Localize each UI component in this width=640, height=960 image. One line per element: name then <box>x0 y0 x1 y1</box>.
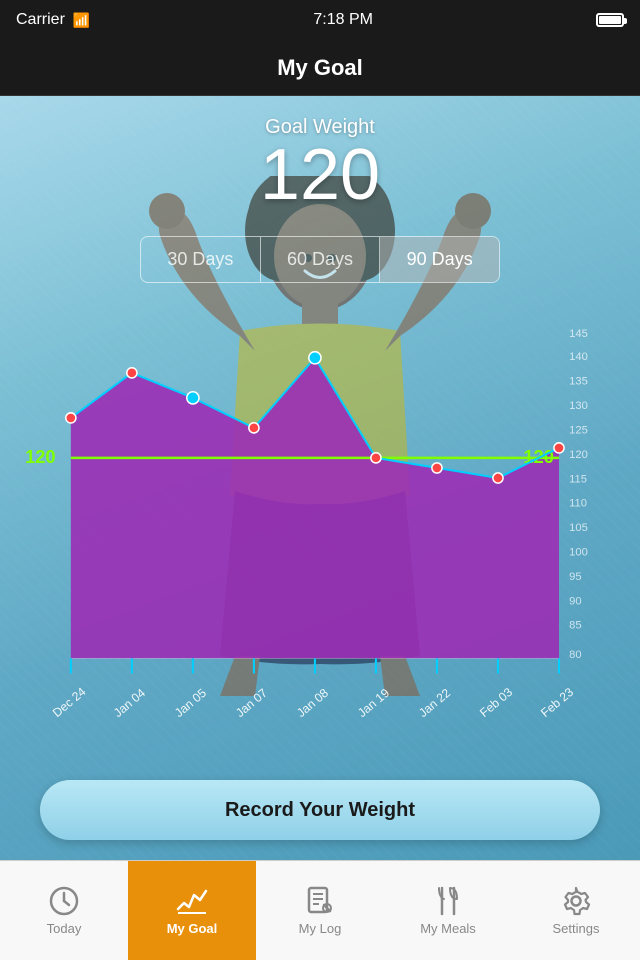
tab-my-goal[interactable]: My Goal <box>128 861 256 960</box>
data-point-5 <box>371 453 381 463</box>
x-label-feb23: Feb 23 <box>538 685 576 720</box>
main-content: Goal Weight 120 30 Days 60 Days 90 Days <box>0 96 640 860</box>
goal-value: 120 <box>0 139 640 211</box>
tab-my-meals[interactable]: My Meals <box>384 861 512 960</box>
y-label-145: 145 <box>569 328 588 340</box>
y-label-115: 115 <box>569 473 587 485</box>
time-label: 7:18 PM <box>313 11 373 29</box>
tab-my-log[interactable]: My Log <box>256 861 384 960</box>
x-label-jan07: Jan 07 <box>233 686 270 720</box>
settings-icon <box>560 885 592 917</box>
data-point-7 <box>493 473 503 483</box>
day-filters: 30 Days 60 Days 90 Days <box>140 236 500 283</box>
battery-icon <box>596 13 624 27</box>
status-bar: Carrier 📶 7:18 PM <box>0 0 640 40</box>
filter-30-days[interactable]: 30 Days <box>141 237 261 282</box>
y-label-95: 95 <box>569 571 581 583</box>
tab-my-log-label: My Log <box>299 921 342 936</box>
wifi-icon: 📶 <box>73 12 90 29</box>
record-weight-button[interactable]: Record Your Weight <box>40 780 600 840</box>
y-label-85: 85 <box>569 620 581 632</box>
data-point-0 <box>66 413 76 423</box>
x-label-jan22: Jan 22 <box>416 686 453 720</box>
filter-90-days[interactable]: 90 Days <box>380 237 499 282</box>
x-label-feb03: Feb 03 <box>477 685 515 720</box>
nav-bar: My Goal <box>0 40 640 96</box>
tab-my-meals-label: My Meals <box>420 921 476 936</box>
carrier-label: Carrier <box>16 11 65 29</box>
my-goal-icon <box>176 885 208 917</box>
y-label-105: 105 <box>569 522 588 534</box>
data-point-3 <box>249 423 259 433</box>
tab-today[interactable]: Today <box>0 861 128 960</box>
y-label-90: 90 <box>569 595 581 607</box>
goal-label-left: 120 <box>25 446 56 467</box>
page-title: My Goal <box>277 55 363 81</box>
y-label-120: 120 <box>569 449 588 461</box>
today-icon <box>48 885 80 917</box>
data-point-8 <box>554 443 564 453</box>
data-point-1 <box>127 368 137 378</box>
my-meals-icon <box>432 885 464 917</box>
my-log-icon <box>304 885 336 917</box>
data-point-2 <box>187 392 199 404</box>
tab-my-goal-label: My Goal <box>167 921 218 936</box>
data-point-4 <box>309 352 321 364</box>
tab-settings-label: Settings <box>553 921 600 936</box>
chart-container: 145 140 135 130 125 120 115 110 105 100 … <box>20 316 620 736</box>
x-label-jan05: Jan 05 <box>172 686 209 720</box>
y-label-80: 80 <box>569 649 581 661</box>
y-label-100: 100 <box>569 546 588 558</box>
y-label-135: 135 <box>569 376 588 388</box>
tab-settings[interactable]: Settings <box>512 861 640 960</box>
y-label-130: 130 <box>569 400 588 412</box>
tab-today-label: Today <box>47 921 82 936</box>
x-label-jan08: Jan 08 <box>294 686 331 720</box>
y-label-110: 110 <box>569 498 587 510</box>
goal-section: Goal Weight 120 <box>0 116 640 211</box>
y-label-140: 140 <box>569 351 588 363</box>
y-label-125: 125 <box>569 424 588 436</box>
filter-60-days[interactable]: 60 Days <box>261 237 381 282</box>
x-label-jan04: Jan 04 <box>111 686 148 720</box>
x-label-jan19: Jan 19 <box>355 686 392 720</box>
x-label-dec24: Dec 24 <box>50 684 89 720</box>
weight-chart: 145 140 135 130 125 120 115 110 105 100 … <box>20 316 620 736</box>
data-point-6 <box>432 463 442 473</box>
chart-area <box>71 358 559 658</box>
tab-bar: Today My Goal My Log My Meals <box>0 860 640 960</box>
